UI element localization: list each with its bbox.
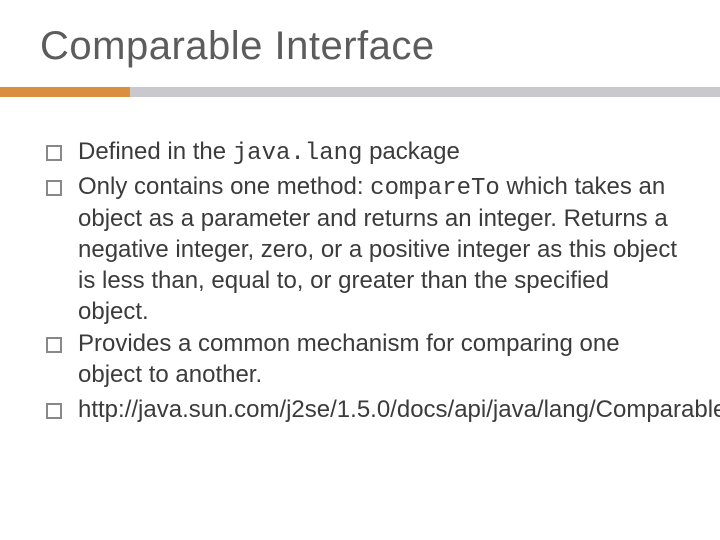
slide: Comparable Interface Defined in the java… bbox=[0, 0, 720, 540]
list-item: Only contains one method: compareTo whic… bbox=[42, 172, 678, 328]
list-item: Provides a common mechanism for comparin… bbox=[42, 329, 678, 392]
bullet-list: Defined in the java.lang package Only co… bbox=[42, 137, 678, 427]
list-item: Defined in the java.lang package bbox=[42, 137, 678, 170]
bullet-text-pre: Provides a common mechanism for comparin… bbox=[78, 330, 620, 388]
title-underline bbox=[0, 87, 720, 97]
underline-accent bbox=[0, 87, 130, 97]
list-item: http://java.sun.com/j2se/1.5.0/docs/api/… bbox=[42, 395, 678, 428]
bullet-text-pre: Defined in the bbox=[78, 138, 233, 165]
bullet-code: java.lang bbox=[233, 140, 363, 167]
content-area: Defined in the java.lang package Only co… bbox=[0, 97, 720, 427]
underline-rest bbox=[130, 87, 720, 97]
bullet-text-pre: Only contains one method: bbox=[78, 173, 370, 200]
bullet-text-post: package bbox=[362, 138, 459, 165]
bullet-code: compareTo bbox=[370, 175, 500, 202]
bullet-text-pre: http://java.sun.com/j2se/1.5.0/docs/api/… bbox=[78, 396, 720, 423]
slide-title: Comparable Interface bbox=[0, 24, 720, 87]
